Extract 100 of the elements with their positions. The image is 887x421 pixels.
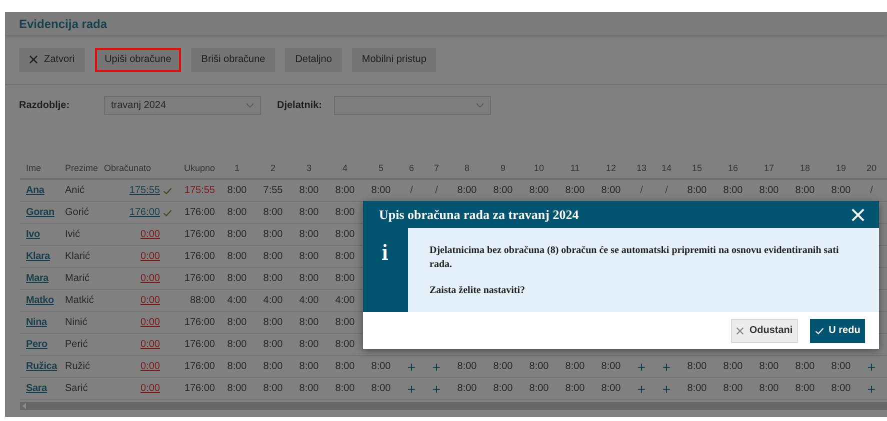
table-cell-text: 8:00 [795,184,815,198]
employee-link[interactable]: Ivo [26,229,40,240]
add-entry-button[interactable]: + [432,360,441,374]
column-header: Obračunato [104,162,152,176]
table-cell-text: 8:00 [831,382,851,396]
table-cell-text: Perić [65,338,89,352]
table-cell-text: 8:00 [565,382,585,396]
table-cell-text: 8:00 [687,382,707,396]
employee-link[interactable]: Ružica [26,361,58,372]
column-header: Ime [25,162,42,176]
table-cell-text: 88:00 [190,294,215,308]
column-header: 5 [377,162,384,176]
table-cell-text: 8:00 [723,184,743,198]
table-cell-text: 176:00 [184,338,215,352]
column-header: 6 [408,162,415,176]
employee-link[interactable]: Matko [26,295,54,306]
add-entry-button[interactable]: + [432,382,441,396]
add-entry-button[interactable]: + [637,382,646,396]
column-header: 8 [463,162,470,176]
column-header: 2 [269,162,276,176]
payroll-link[interactable]: 0:00 [140,337,160,352]
page-title: Evidencija rada [19,16,108,32]
add-entry-button[interactable]: + [867,360,876,374]
employee-link[interactable]: Pero [26,339,48,350]
scroll-left-icon[interactable] [22,403,26,409]
table-cell-text: Marić [65,272,90,286]
payroll-link[interactable]: 0:00 [140,271,160,286]
add-entry-button[interactable]: + [867,382,876,396]
payroll-link[interactable]: 0:00 [140,227,160,242]
table-cell-text: / [665,184,668,198]
table-cell-text: 176:00 [184,360,215,374]
payroll-link[interactable]: 176:00 [129,205,160,220]
employee-link[interactable]: Klara [26,251,50,262]
table-cell-text: 8:00 [371,382,391,396]
column-header: Prezime [65,162,100,176]
employee-link[interactable]: Nina [26,317,47,328]
payroll-link[interactable]: 0:00 [140,359,160,374]
add-entry-button[interactable]: + [407,382,416,396]
column-header: 10 [532,162,545,176]
column-header: 12 [604,162,617,176]
payroll-link[interactable]: 0:00 [140,381,160,396]
close-button[interactable] [851,206,867,222]
horizontal-scrollbar[interactable] [20,402,887,410]
table-cell-text: 8:00 [493,184,513,198]
table-cell-text: Ružić [65,360,92,374]
add-entry-button[interactable]: + [662,360,671,374]
table-cell-text: Sarić [65,382,89,396]
employee-link[interactable]: Sara [26,383,47,394]
table-cell-text: 8:00 [601,382,621,396]
check-icon [163,186,172,194]
column-header: 7 [432,162,440,176]
table-cell-text: Matkić [65,294,95,308]
table-cell-text: 8:00 [335,338,355,352]
table-cell-text: 8:00 [831,360,851,374]
column-header: 3 [305,162,312,176]
dialog-title: Upis obračuna rada za travanj 2024 [379,206,579,224]
employee-link[interactable]: Ana [26,185,44,196]
table-cell-text: Klarić [65,250,92,264]
close-button[interactable]: Zatvori [19,48,85,72]
add-entry-button[interactable]: + [662,382,671,396]
table-cell-text: 8:00 [263,316,283,330]
table-cell-text: 8:00 [299,316,319,330]
toolbar-button[interactable]: Mobilni pristup [352,48,436,72]
add-entry-button[interactable]: + [407,360,416,374]
column-header: 19 [834,162,847,176]
table-cell-text: Ninić [65,316,88,330]
payroll-link[interactable]: 0:00 [140,249,160,264]
table-cell-text: 8:00 [795,382,815,396]
employee-link[interactable]: Goran [26,207,54,218]
confirm-button[interactable]: U redu [810,318,865,342]
table-cell-text: 8:00 [263,382,283,396]
table-cell-text: 176:00 [184,250,215,264]
table-cell-text: 8:00 [457,382,477,396]
toolbar-button[interactable]: Briši obračune [191,48,276,72]
table-cell-text: 8:00 [529,360,549,374]
table-cell-text: 8:00 [263,360,283,374]
select-field[interactable]: travanj 2024 [104,96,261,114]
table-cell-text: 176:00 [184,228,215,242]
table-cell-text: 176:00 [184,382,215,396]
column-header: 9 [499,162,506,176]
cancel-button[interactable]: Odustani [731,318,798,342]
table-cell-text: 8:00 [299,184,319,198]
payroll-link[interactable]: 0:00 [140,315,160,330]
toolbar-button[interactable]: Upiši obračune [94,48,182,72]
select-field[interactable] [334,96,491,114]
table-cell-text: 8:00 [227,184,247,198]
column-header: 4 [341,162,348,176]
table-cell-text: 8:00 [299,250,319,264]
chevron-down-icon [476,102,484,108]
table-cell-text: 8:00 [299,228,319,242]
payroll-link[interactable]: 175:55 [129,183,160,198]
table-cell-text: 8:00 [227,272,247,286]
toolbar-button[interactable]: Detaljno [285,48,342,72]
chevron-down-icon [246,102,254,108]
table-cell-text: 8:00 [565,360,585,374]
table-cell-text: Anić [65,184,86,198]
add-entry-button[interactable]: + [637,360,646,374]
table-cell-text: 8:00 [759,382,779,396]
employee-link[interactable]: Mara [26,273,49,284]
payroll-link[interactable]: 0:00 [140,293,160,308]
